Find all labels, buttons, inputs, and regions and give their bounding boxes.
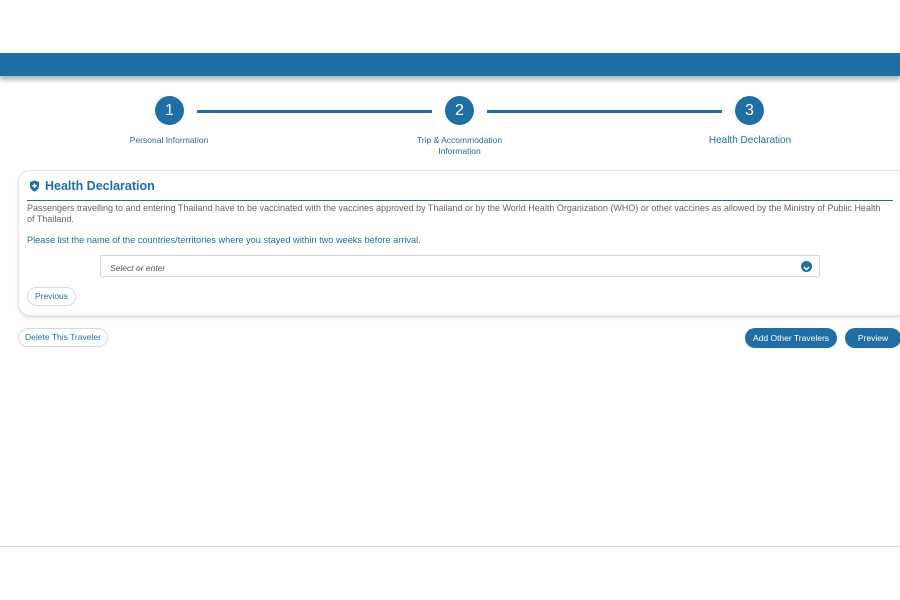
header-bar	[0, 53, 900, 76]
vaccination-description: Passengers travelling to and entering Th…	[27, 203, 881, 224]
preview-button[interactable]: Preview	[845, 328, 900, 348]
step-3-label: Health Declaration	[708, 135, 792, 146]
step-2-circle[interactable]: 2	[445, 96, 474, 125]
footer-divider	[0, 546, 900, 547]
card-title-text: Health Declaration	[45, 179, 155, 193]
progress-stepper: 1 Personal Information 2 Trip & Accommod…	[0, 96, 900, 166]
card-title: Health Declaration	[29, 179, 155, 193]
step-2-label-line2: Information	[438, 146, 481, 156]
add-other-travelers-button[interactable]: Add Other Travelers	[745, 328, 837, 348]
step-1-label: Personal Information	[129, 135, 209, 145]
shield-icon	[29, 180, 40, 192]
delete-traveler-button[interactable]: Delete This Traveler	[18, 328, 108, 347]
select-placeholder: Select or enter	[110, 263, 166, 273]
step-connector-2-3	[487, 110, 722, 113]
countries-select[interactable]: Select or enter	[100, 255, 820, 277]
step-2-label: Trip & Accommodation Information	[399, 135, 520, 157]
step-3-circle[interactable]: 3	[735, 96, 764, 125]
health-declaration-card: Health Declaration Passengers travelling…	[18, 170, 900, 316]
previous-button[interactable]: Previous	[27, 287, 76, 306]
step-2-label-line1: Trip & Accommodation	[416, 135, 503, 145]
chevron-down-icon[interactable]	[801, 261, 812, 272]
title-divider	[27, 200, 893, 201]
step-1-circle[interactable]: 1	[155, 96, 184, 125]
countries-question: Please list the name of the countries/te…	[27, 235, 421, 245]
step-connector-1-2	[197, 110, 432, 113]
